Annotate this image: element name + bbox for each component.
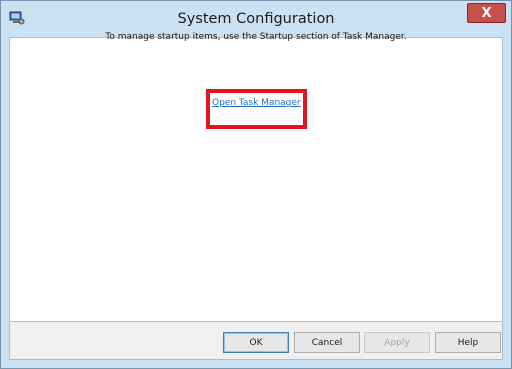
ok-button-label: OK xyxy=(249,337,263,348)
system-configuration-window: System Configuration X xyxy=(0,0,512,369)
highlight-box xyxy=(206,89,307,129)
startup-message: To manage startup items, use the Startup… xyxy=(105,32,407,42)
window-title: System Configuration xyxy=(177,11,335,27)
help-button-label: Help xyxy=(457,337,479,348)
close-icon: X xyxy=(481,5,492,21)
help-button[interactable]: Help xyxy=(435,332,501,353)
cancel-button[interactable]: Cancel xyxy=(294,332,360,353)
content-pane xyxy=(9,37,503,322)
cancel-button-label: Cancel xyxy=(311,337,343,348)
apply-button-label: Apply xyxy=(384,337,410,348)
close-button[interactable]: X xyxy=(467,3,506,23)
ok-button[interactable]: OK xyxy=(223,332,289,353)
apply-button[interactable]: Apply xyxy=(364,332,430,353)
